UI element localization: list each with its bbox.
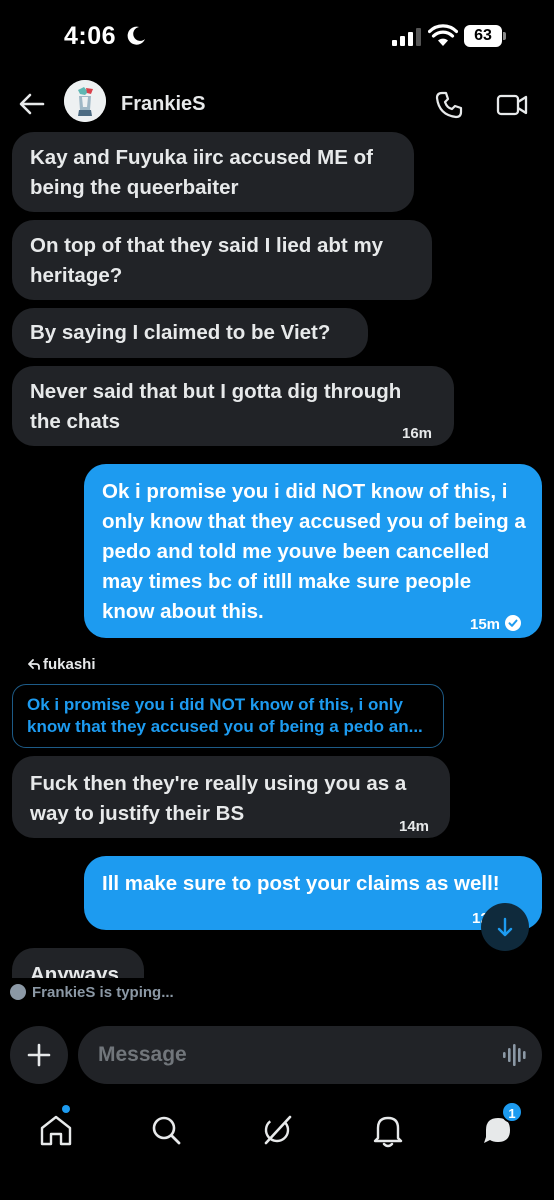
- avatar-image: [64, 80, 106, 122]
- moon-icon: [127, 26, 145, 45]
- message-bubble-incoming[interactable]: On top of that they said I lied abt my h…: [12, 220, 432, 300]
- message-text: Anyways: [30, 963, 119, 978]
- message-text: Kay and Fuyuka iirc accused ME of being …: [30, 146, 373, 199]
- cellular-signal-icon: [392, 28, 421, 46]
- home-icon[interactable]: [34, 1108, 78, 1152]
- message-bubble-incoming[interactable]: Kay and Fuyuka iirc accused ME of being …: [12, 132, 414, 212]
- message-bubble-incoming[interactable]: Fuck then they're really using you as a …: [12, 756, 450, 838]
- quoted-reply[interactable]: Ok i promise you i did NOT know of this,…: [12, 684, 444, 748]
- message-timestamp-row: 15m: [470, 610, 522, 640]
- battery-cap: [503, 32, 506, 40]
- wifi-icon: [428, 24, 458, 46]
- message-bubble-incoming[interactable]: By saying I claimed to be Viet?: [12, 308, 368, 358]
- reply-context-label: fukashi: [28, 656, 96, 673]
- add-attachment-button[interactable]: [10, 1026, 68, 1084]
- reply-username: fukashi: [43, 656, 96, 673]
- message-text: Never said that but I gotta dig through …: [30, 380, 402, 433]
- message-text: On top of that they said I lied abt my h…: [30, 234, 384, 287]
- search-icon[interactable]: [144, 1108, 188, 1152]
- arrow-down-icon: [497, 917, 513, 937]
- message-timestamp: 15m: [470, 616, 501, 633]
- status-bar: 4:06 63: [0, 0, 554, 72]
- video-call-icon[interactable]: [496, 90, 528, 120]
- message-timestamp: 14m: [399, 818, 430, 835]
- typing-indicator: FrankieS is typing...: [10, 984, 174, 1001]
- back-arrow-icon[interactable]: [18, 90, 46, 118]
- message-input[interactable]: [78, 1026, 542, 1084]
- contact-name[interactable]: FrankieS: [121, 93, 205, 116]
- conversation-header: FrankieS: [0, 76, 554, 134]
- plus-icon: [27, 1043, 51, 1067]
- message-bubble-outgoing[interactable]: Ill make sure to post your claims as wel…: [84, 856, 542, 930]
- grok-icon[interactable]: [255, 1108, 299, 1152]
- phone-call-icon[interactable]: [434, 90, 464, 120]
- read-check-icon: [505, 615, 522, 631]
- message-text: Fuck then they're really using you as a …: [30, 772, 407, 825]
- status-time: 4:06: [64, 22, 117, 50]
- message-bubble-incoming[interactable]: Anyways: [12, 948, 144, 978]
- battery-level: 63: [464, 25, 502, 47]
- reply-arrow-icon: [28, 659, 40, 670]
- bottom-tab-bar: 1: [0, 1100, 554, 1200]
- message-bubble-outgoing[interactable]: Ok i promise you i did NOT know of this,…: [84, 464, 542, 638]
- message-text: Ok i promise you i did NOT know of this,…: [102, 480, 526, 623]
- typing-avatar: [10, 984, 26, 1000]
- battery-indicator: 63: [464, 25, 506, 47]
- voice-message-icon[interactable]: [502, 1042, 528, 1068]
- typing-text: FrankieS is typing...: [32, 984, 174, 1001]
- message-bubble-incoming[interactable]: Never said that but I gotta dig through …: [12, 366, 454, 446]
- message-timestamp: 16m: [402, 425, 433, 442]
- contact-avatar[interactable]: [64, 80, 106, 122]
- message-text: Ill make sure to post your claims as wel…: [102, 872, 500, 895]
- scroll-to-bottom-button[interactable]: [481, 903, 529, 951]
- message-text: By saying I claimed to be Viet?: [30, 321, 331, 344]
- notifications-icon[interactable]: [366, 1108, 410, 1152]
- messages-badge: 1: [501, 1101, 523, 1123]
- home-notification-dot: [62, 1105, 70, 1113]
- quoted-text: Ok i promise you i did NOT know of this,…: [27, 695, 423, 736]
